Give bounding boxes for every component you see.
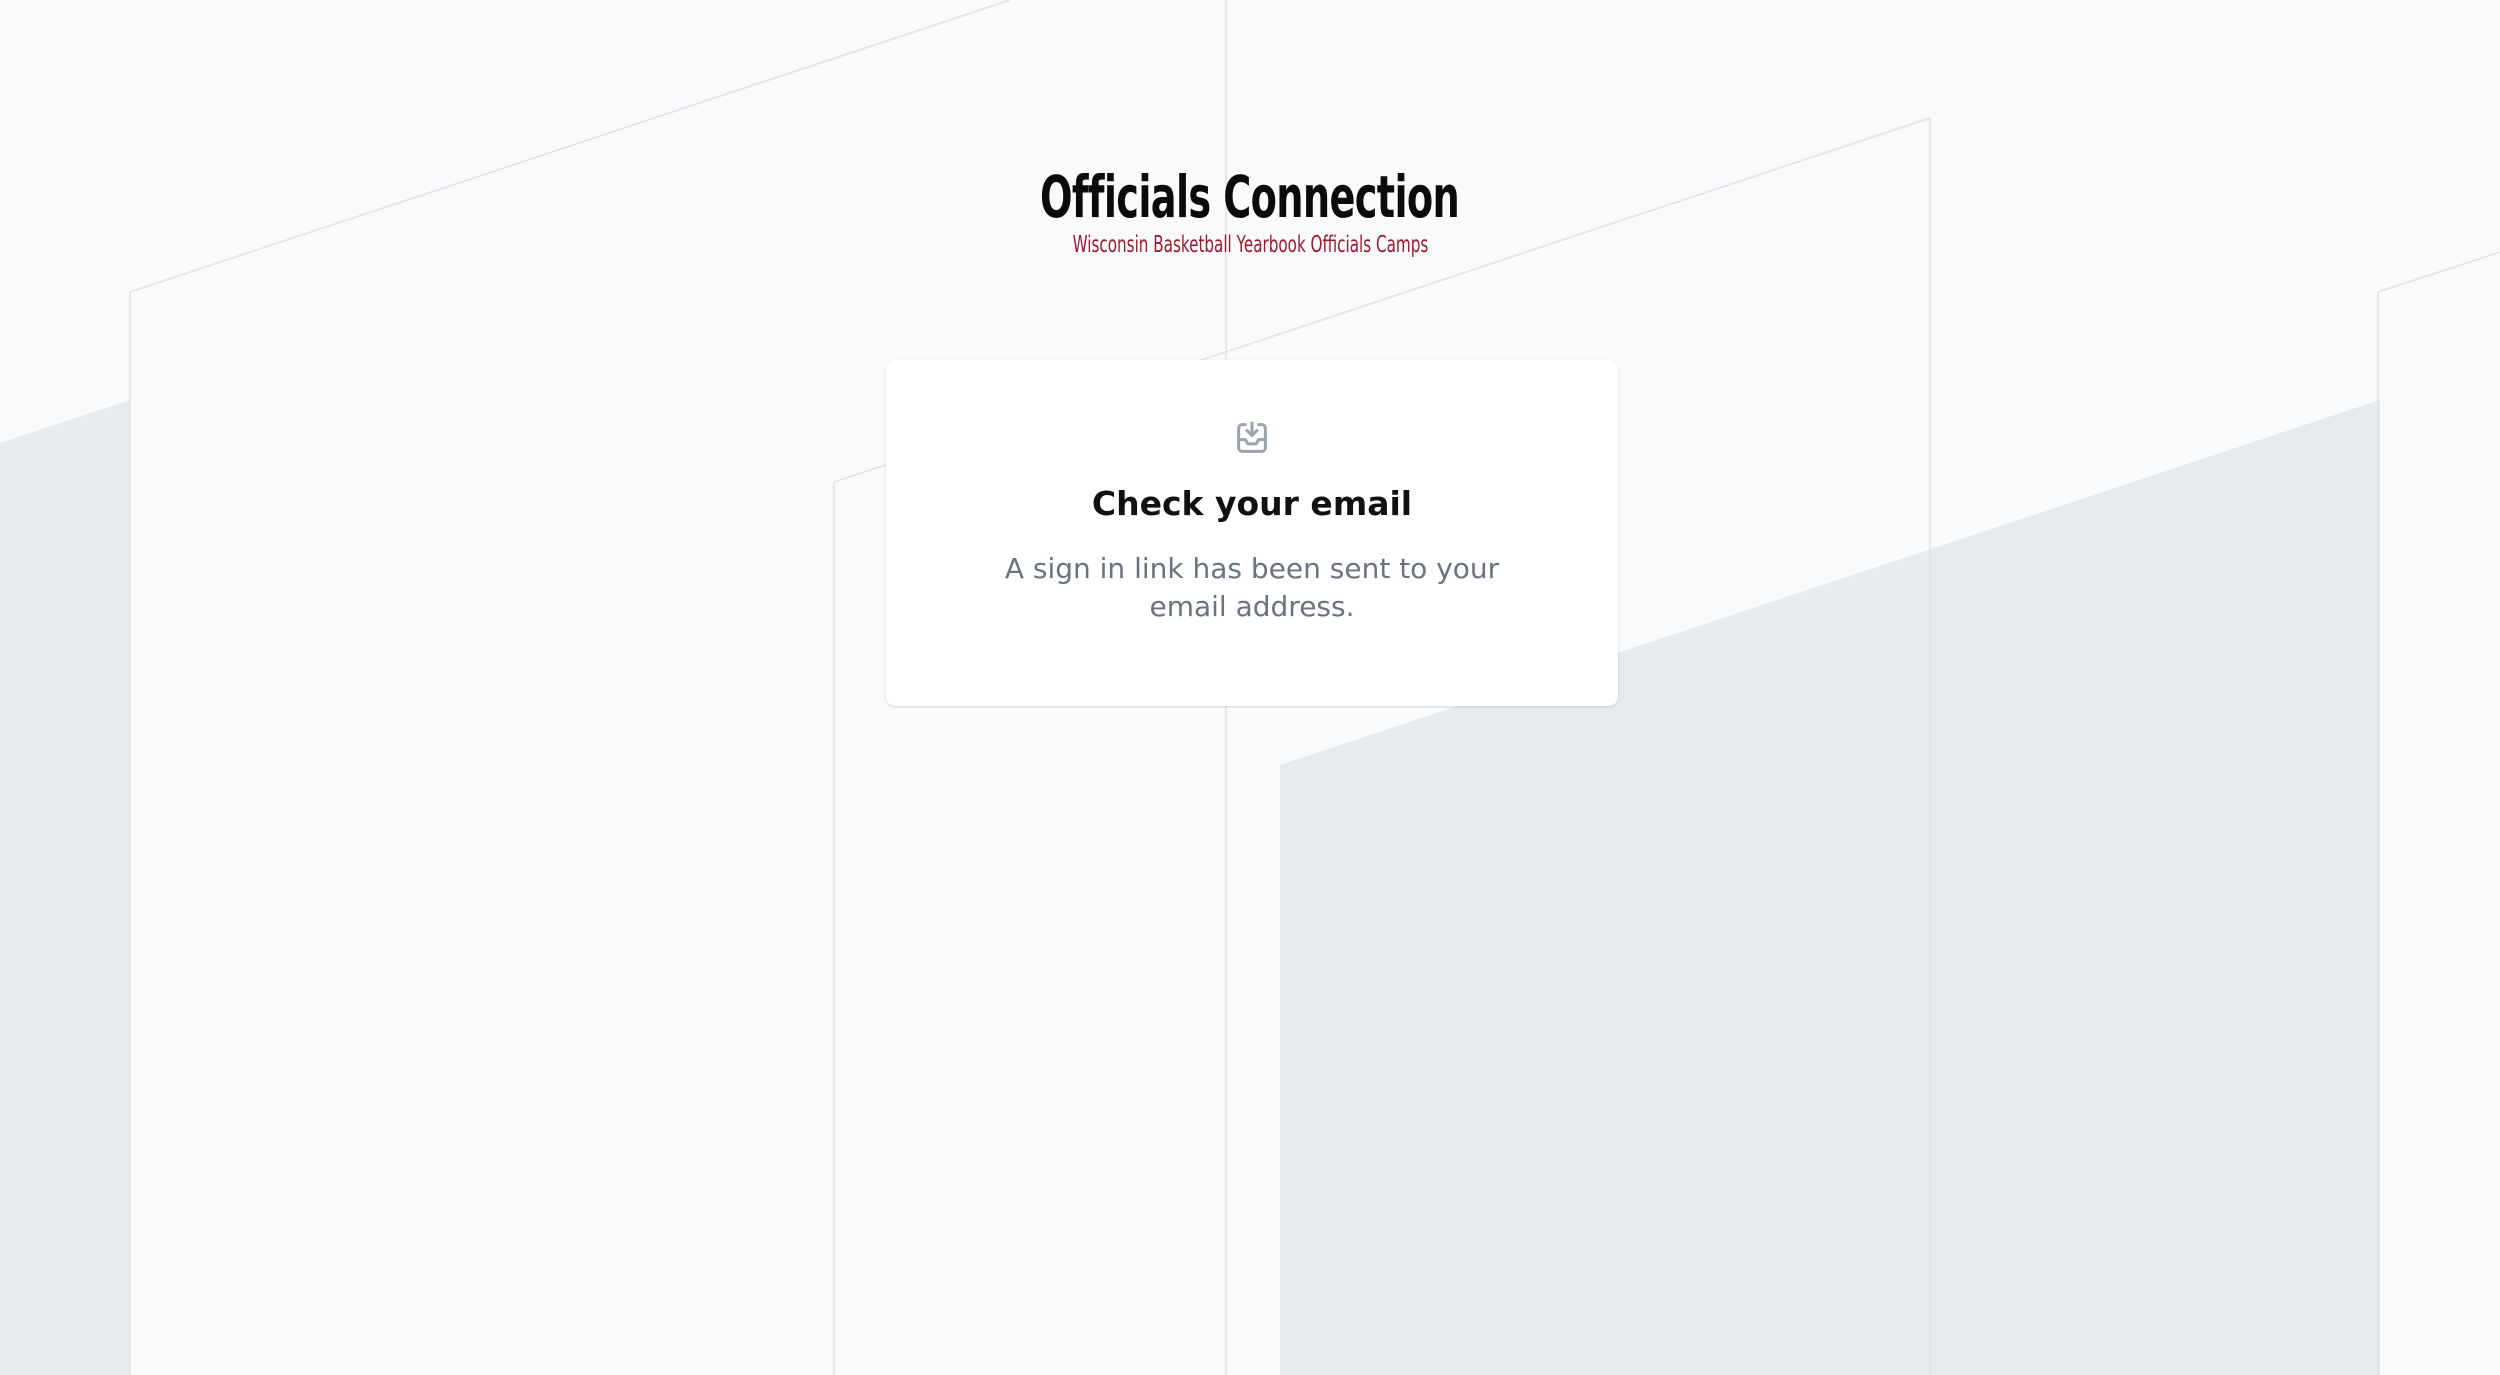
sign-in-verify-page: Officials Connection Wisconsin Basketbal…: [0, 0, 2500, 1375]
card-heading: Check your email: [1091, 484, 1413, 523]
app-subtitle: Wisconsin Basketball Yearbook Officials …: [1072, 232, 1428, 258]
card-message: A sign in link has been sent to your ema…: [1004, 552, 1500, 623]
brand-header: Officials Connection Wisconsin Basketbal…: [0, 168, 2500, 257]
app-title-wrapper: Officials Connection: [0, 168, 2500, 226]
inbox-download-icon: [1237, 421, 1267, 453]
check-email-card: Check your email A sign in link has been…: [886, 360, 1618, 706]
app-title: Officials Connection: [1040, 163, 1460, 231]
app-subtitle-wrapper: Wisconsin Basketball Yearbook Officials …: [0, 234, 2500, 257]
